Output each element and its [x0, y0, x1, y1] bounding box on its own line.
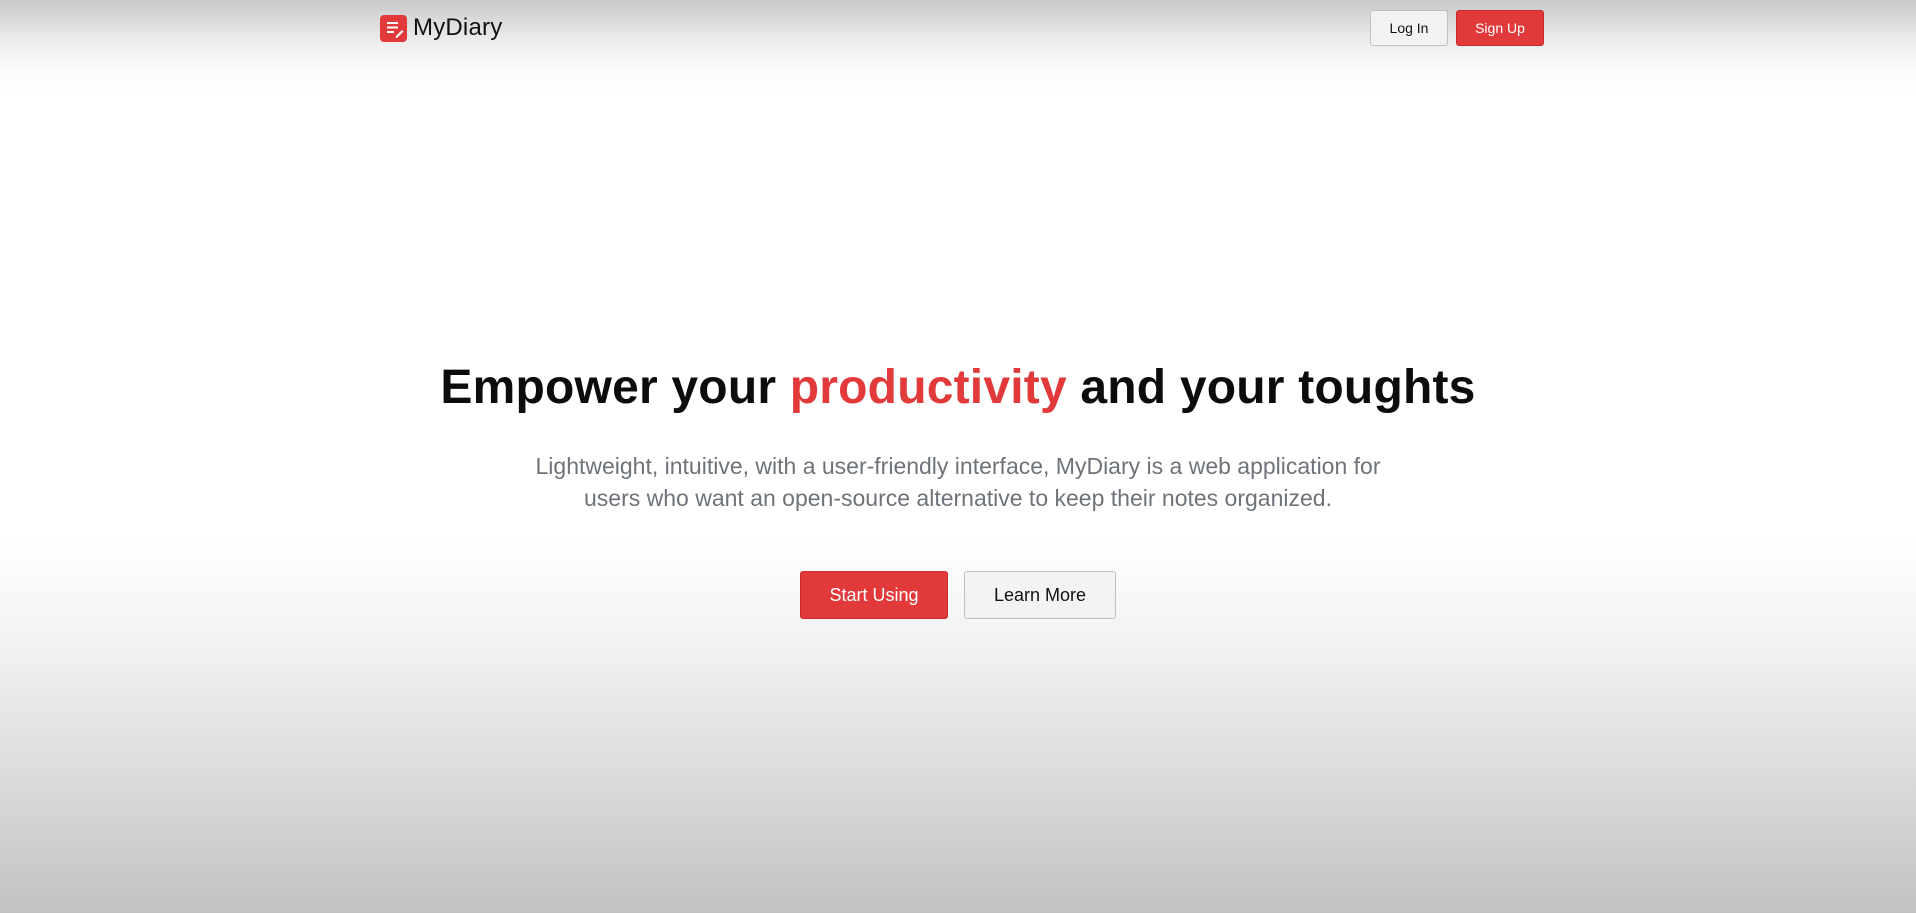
hero-title-part1: Empower your [440, 361, 790, 414]
hero-title-part2: and your toughts [1066, 361, 1476, 414]
hero-actions: Start Using Learn More [0, 571, 1916, 619]
login-button[interactable]: Log In [1370, 10, 1448, 46]
signup-button[interactable]: Sign Up [1456, 10, 1544, 46]
hero-subtitle: Lightweight, intuitive, with a user-frie… [535, 453, 1381, 511]
brand-name: MyDiary [413, 14, 503, 41]
hero-title-accent: productivity [789, 361, 1067, 414]
start-using-button[interactable]: Start Using [800, 571, 948, 619]
learn-more-button[interactable]: Learn More [964, 571, 1116, 619]
hero-title: Empower your productivity and your tough… [0, 360, 1916, 415]
brand-link[interactable]: MyDiary [380, 14, 502, 42]
hero-section: Empower your productivity and your tough… [0, 360, 1916, 619]
top-navbar: MyDiary Log In Sign Up [0, 0, 1916, 58]
nav-actions: Log In Sign Up [1370, 10, 1544, 46]
note-icon [380, 14, 407, 42]
